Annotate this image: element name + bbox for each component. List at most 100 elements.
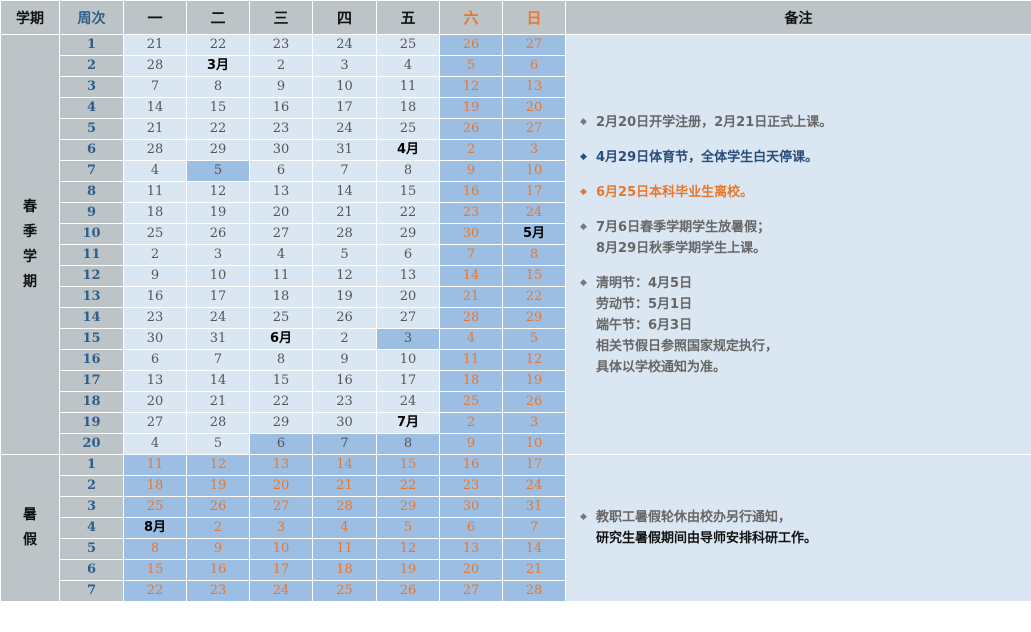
- day-cell: 28: [312, 496, 377, 518]
- remark-line: 端午节：6月3日: [596, 317, 693, 333]
- day-cell: 14: [312, 454, 377, 476]
- header-remarks: 备注: [565, 0, 1031, 35]
- day-cell: 23: [123, 307, 187, 329]
- day-cell: 9: [249, 76, 313, 98]
- header-day-thu: 四: [312, 0, 377, 35]
- remark-line: 相关节假日参照国家规定执行，: [596, 338, 779, 354]
- day-cell: 19: [376, 559, 440, 581]
- day-cell: 31: [186, 328, 250, 350]
- day-cell: 6月: [249, 328, 313, 350]
- week-number: 5: [59, 538, 124, 560]
- day-cell: 11: [123, 181, 187, 203]
- week-number: 20: [59, 433, 124, 455]
- week-number: 19: [59, 412, 124, 434]
- day-cell: 6: [123, 349, 187, 371]
- calendar-row: 春季学期 1 21 22 23 24 25 26 27 ◆ 2月20日开学注册，2月21日正式上课。…: [0, 34, 1031, 455]
- day-cell: 17: [249, 559, 313, 581]
- day-cell: 5月: [502, 223, 566, 245]
- day-cell: 8: [502, 244, 566, 266]
- day-cell: 30: [312, 412, 377, 434]
- day-cell: 13: [123, 370, 187, 392]
- day-cell: 20: [249, 475, 313, 497]
- day-cell: 10: [502, 433, 566, 455]
- bullet-icon: ◆: [580, 116, 587, 127]
- week-number: 9: [59, 202, 124, 224]
- calendar-row: 暑假 1 11 12 13 14 15 16 17 ◆ 教职工暑假轮休由校办另行通知， 研究生暑假期间…: [0, 454, 1031, 602]
- day-cell: 25: [123, 496, 187, 518]
- day-cell: 12: [502, 349, 566, 371]
- remark-item: ◆ 7月6日春季学期学生放暑假； 8月29日秋季学期学生上课。: [580, 217, 1021, 259]
- day-cell: 28: [123, 55, 187, 77]
- day-cell: 2: [249, 55, 313, 77]
- day-cell: 3: [376, 328, 440, 350]
- day-cell: 27: [123, 412, 187, 434]
- week-number: 16: [59, 349, 124, 371]
- day-cell: 7: [439, 244, 503, 266]
- day-cell: 7: [312, 433, 377, 455]
- day-cell: 27: [502, 118, 566, 140]
- day-cell: 6: [502, 55, 566, 77]
- spring-term-label: 春季学期: [0, 34, 60, 455]
- day-cell: 18: [376, 97, 440, 119]
- day-cell: 26: [439, 34, 503, 56]
- day-cell: 25: [312, 580, 377, 602]
- day-cell: 9: [312, 349, 377, 371]
- day-cell: 27: [439, 580, 503, 602]
- day-cell: 15: [123, 559, 187, 581]
- day-cell: 23: [312, 391, 377, 413]
- day-cell: 24: [312, 118, 377, 140]
- week-number: 3: [59, 76, 124, 98]
- week-number: 11: [59, 244, 124, 266]
- day-cell: 4: [439, 328, 503, 350]
- day-cell: 28: [312, 223, 377, 245]
- day-cell: 3月: [186, 55, 250, 77]
- day-cell: 23: [186, 580, 250, 602]
- day-cell: 26: [312, 307, 377, 329]
- day-cell: 12: [186, 454, 250, 476]
- day-cell: 4: [123, 433, 187, 455]
- remark-item: ◆ 2月20日开学注册，2月21日正式上课。: [580, 112, 1021, 133]
- week-number: 6: [59, 559, 124, 581]
- day-cell: 15: [502, 265, 566, 287]
- day-cell: 12: [312, 265, 377, 287]
- day-cell: 26: [376, 580, 440, 602]
- week-number: 1: [59, 34, 124, 56]
- day-cell: 19: [186, 202, 250, 224]
- day-cell: 4: [123, 160, 187, 182]
- header-week: 周次: [59, 0, 124, 35]
- week-number: 17: [59, 370, 124, 392]
- day-cell: 18: [123, 475, 187, 497]
- day-cell: 16: [312, 370, 377, 392]
- day-cell: 17: [376, 370, 440, 392]
- week-number: 4: [59, 517, 124, 539]
- day-cell: 21: [312, 475, 377, 497]
- day-cell: 22: [502, 286, 566, 308]
- day-cell: 15: [186, 97, 250, 119]
- day-cell: 9: [439, 433, 503, 455]
- day-cell: 11: [123, 454, 187, 476]
- day-cell: 4: [312, 517, 377, 539]
- week-number: 1: [59, 454, 124, 476]
- day-cell: 16: [439, 181, 503, 203]
- day-cell: 8: [249, 349, 313, 371]
- day-cell: 4: [376, 55, 440, 77]
- day-cell: 14: [502, 538, 566, 560]
- day-cell: 28: [439, 307, 503, 329]
- remark-item: ◆ 教职工暑假轮休由校办另行通知， 研究生暑假期间由导师安排科研工作。: [580, 507, 1021, 549]
- bullet-icon: ◆: [580, 221, 587, 232]
- day-cell: 10: [312, 76, 377, 98]
- day-cell: 25: [376, 34, 440, 56]
- day-cell: 2: [123, 244, 187, 266]
- day-cell: 6: [249, 433, 313, 455]
- day-cell: 5: [186, 160, 250, 182]
- header-day-tue: 二: [186, 0, 250, 35]
- day-cell: 13: [502, 76, 566, 98]
- day-cell: 18: [312, 559, 377, 581]
- day-cell: 18: [439, 370, 503, 392]
- day-cell: 21: [312, 202, 377, 224]
- day-cell: 21: [123, 118, 187, 140]
- day-cell: 16: [249, 97, 313, 119]
- summer-term-label: 暑假: [0, 454, 60, 602]
- day-cell: 15: [376, 181, 440, 203]
- day-cell: 26: [502, 391, 566, 413]
